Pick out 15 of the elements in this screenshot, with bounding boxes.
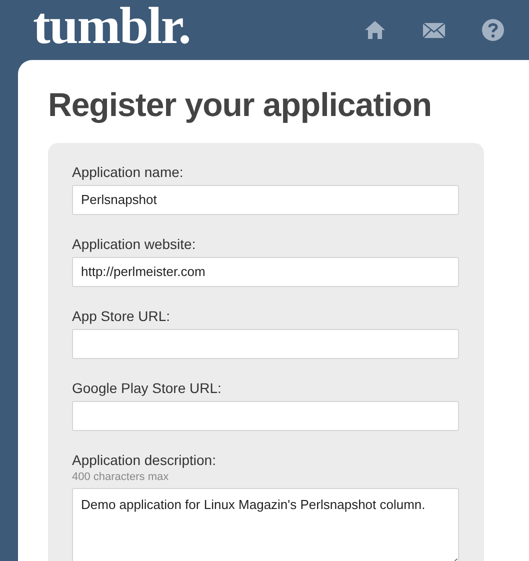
logo[interactable]: tumblr. [33, 1, 190, 53]
field-label: Google Play Store URL: [72, 379, 222, 398]
home-icon[interactable] [363, 18, 387, 42]
input-field[interactable]: Perlsnapshot [72, 184, 459, 215]
field-label: App Store URL: [72, 306, 172, 326]
field-label: Application description: [72, 451, 217, 470]
description-field[interactable]: Demo application for Linux Magazin's Perlsnapshot column. [72, 488, 459, 561]
help-icon[interactable] [481, 18, 505, 42]
input-field[interactable]: http://perlmeister.com [72, 256, 459, 287]
input-field[interactable] [72, 401, 459, 432]
field-label: Application name: [72, 162, 184, 181]
page-title: Register your application [48, 85, 433, 125]
input-field[interactable] [72, 329, 459, 360]
field-hint: 400 characters max [72, 470, 170, 485]
field-label: Application website: [72, 234, 197, 253]
